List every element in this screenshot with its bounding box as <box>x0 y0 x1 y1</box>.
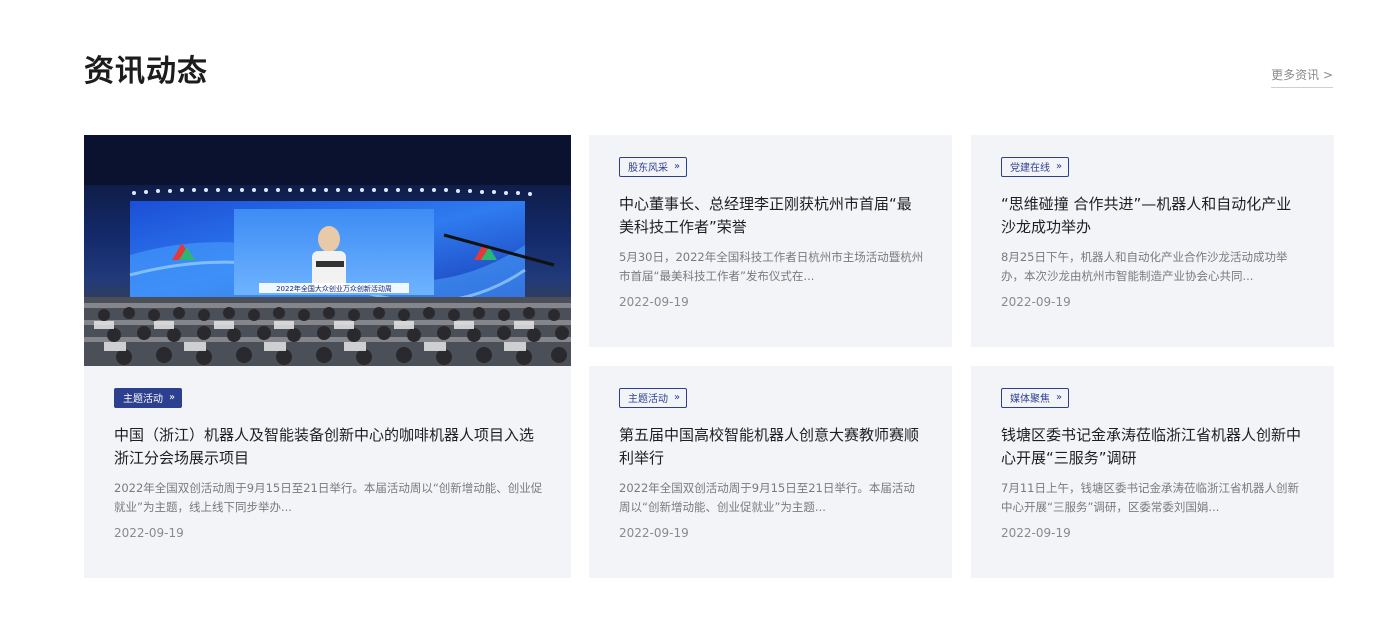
news-title[interactable]: 第五届中国高校智能机器人创意大赛教师赛顺利举行 <box>619 424 924 470</box>
double-chevron-right-icon: » <box>1056 161 1062 172</box>
double-chevron-right-icon: » <box>1056 392 1062 403</box>
news-category-tag[interactable]: 党建在线 » <box>1001 156 1070 177</box>
featured-news-photo: 2022年全国大众创业万众创新活动周 <box>84 135 571 366</box>
double-chevron-right-icon: » <box>674 392 680 403</box>
news-card-body: 媒体聚焦 » 钱塘区委书记金承涛莅临浙江省机器人创新中心开展“三服务”调研 7月… <box>1001 387 1306 540</box>
featured-photo-banner-text: 2022年全国大众创业万众创新活动周 <box>276 284 392 293</box>
news-card[interactable]: 主题活动 » 第五届中国高校智能机器人创意大赛教师赛顺利举行 2022年全国双创… <box>589 366 952 578</box>
featured-news-body: 主题活动 » 中国（浙江）机器人及智能装备创新中心的咖啡机器人项目入选浙江分会场… <box>114 387 543 540</box>
featured-news-card[interactable]: 2022年全国大众创业万众创新活动周 主题活动 » 中国（浙江）机器人及智能装备… <box>84 135 571 578</box>
news-date: 2022-09-19 <box>114 525 184 540</box>
news-date: 2022-09-19 <box>619 525 689 540</box>
news-card-body: 党建在线 » “思维碰撞 合作共进”—机器人和自动化产业沙龙成功举办 8月25日… <box>1001 156 1306 309</box>
tag-label: 股东风采 <box>628 163 668 174</box>
news-summary: 5月30日，2022年全国科技工作者日杭州市主场活动暨杭州市首届“最美科技工作者… <box>619 249 924 283</box>
tag-label: 党建在线 <box>1010 163 1050 174</box>
news-title[interactable]: 钱塘区委书记金承涛莅临浙江省机器人创新中心开展“三服务”调研 <box>1001 424 1306 470</box>
news-section: 资讯动态 更多资讯 > 2022年全国大众创业万众创新活动周 主题活动 » 中国… <box>0 0 1395 643</box>
news-category-tag[interactable]: 媒体聚焦 » <box>1001 387 1070 408</box>
tag-label: 主题活动 <box>628 394 668 405</box>
news-category-tag[interactable]: 股东风采 » <box>619 156 688 177</box>
news-card[interactable]: 股东风采 » 中心董事长、总经理李正刚获杭州市首届“最美科技工作者”荣誉 5月3… <box>589 135 952 347</box>
news-category-tag[interactable]: 主题活动 » <box>114 387 183 408</box>
news-category-tag[interactable]: 主题活动 » <box>619 387 688 408</box>
news-date: 2022-09-19 <box>1001 525 1071 540</box>
news-summary: 2022年全国双创活动周于9月15日至21日举行。本届活动周以“创新增动能、创业… <box>619 480 915 514</box>
news-title[interactable]: 中心董事长、总经理李正刚获杭州市首届“最美科技工作者”荣誉 <box>619 193 924 239</box>
news-summary: 8月25日下午，机器人和自动化产业合作沙龙活动成功举办，本次沙龙由杭州市智能制造… <box>1001 249 1288 283</box>
tag-label: 媒体聚焦 <box>1010 394 1050 405</box>
more-news-link[interactable]: 更多资讯 > <box>1271 66 1333 88</box>
news-card-body: 股东风采 » 中心董事长、总经理李正刚获杭州市首届“最美科技工作者”荣誉 5月3… <box>619 156 924 309</box>
news-summary: 7月11日上午，钱塘区委书记金承涛莅临浙江省机器人创新中心开展“三服务”调研，区… <box>1001 480 1299 514</box>
news-summary: 2022年全国双创活动周于9月15日至21日举行。本届活动周以“创新增动能、创业… <box>114 480 543 514</box>
news-card[interactable]: 媒体聚焦 » 钱塘区委书记金承涛莅临浙江省机器人创新中心开展“三服务”调研 7月… <box>971 366 1334 578</box>
news-title[interactable]: 中国（浙江）机器人及智能装备创新中心的咖啡机器人项目入选浙江分会场展示项目 <box>114 424 543 470</box>
section-title: 资讯动态 <box>84 54 208 89</box>
news-date: 2022-09-19 <box>619 294 689 309</box>
double-chevron-right-icon: » <box>169 392 175 403</box>
tag-label: 主题活动 <box>123 394 163 405</box>
double-chevron-right-icon: » <box>674 161 680 172</box>
news-card[interactable]: 党建在线 » “思维碰撞 合作共进”—机器人和自动化产业沙龙成功举办 8月25日… <box>971 135 1334 347</box>
news-card-body: 主题活动 » 第五届中国高校智能机器人创意大赛教师赛顺利举行 2022年全国双创… <box>619 387 924 540</box>
news-title[interactable]: “思维碰撞 合作共进”—机器人和自动化产业沙龙成功举办 <box>1001 193 1306 239</box>
news-date: 2022-09-19 <box>1001 294 1071 309</box>
